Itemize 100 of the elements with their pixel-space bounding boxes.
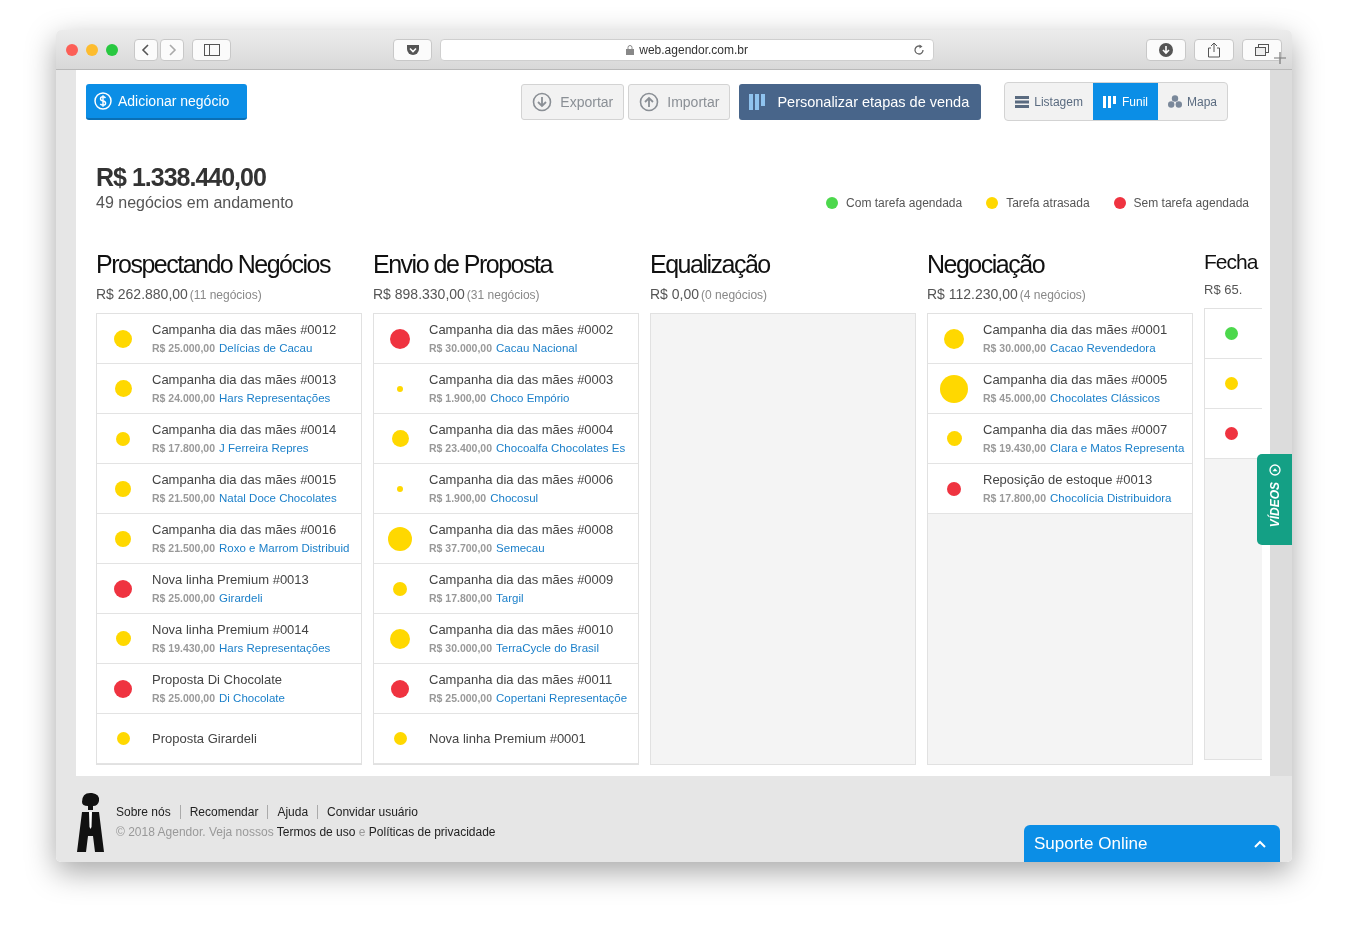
company-link[interactable]: Girardeli	[219, 591, 263, 604]
deal-value: R$ 37.700,00	[429, 541, 493, 554]
stage-title: Negociação	[927, 250, 1046, 279]
stage-total: R$ 0,00	[650, 286, 700, 302]
deal-card[interactable]: Campanha dia das mães #0010 R$ 30.000,00 TerraCycle do Brasil	[374, 614, 638, 664]
company-link[interactable]: Delícias de Cacau	[219, 341, 313, 354]
deal-card[interactable]: Campanha dia das mães #0012 R$ 25.000,00 Delícias de Cacau	[97, 314, 361, 364]
deal-card[interactable]: Campanha dia das mães #0003 R$ 1.900,00 Choco Empório	[374, 364, 638, 414]
deal-title: Campanha dia das mães #0006	[429, 471, 614, 487]
company-link[interactable]: Roxo e Marrom Distribuid	[219, 541, 350, 554]
stage-title: Envio de Proposta	[373, 250, 554, 279]
footer-link[interactable]: Sobre nós	[116, 805, 180, 819]
deal-title: Nova linha Premium #0013	[152, 571, 309, 587]
deal-card[interactable]: Reposição de estoque #0013 R$ 17.800,00 Chocolícia Distribuidora	[928, 464, 1192, 514]
deal-value: R$ 21.500,00	[152, 491, 216, 504]
deal-card[interactable]: Campanha dia das mães #0009 R$ 17.800,00 Targil	[374, 564, 638, 614]
view-tab[interactable]: Mapa	[1157, 83, 1227, 120]
dots-icon	[1167, 95, 1182, 108]
close-window-icon[interactable]	[66, 43, 78, 56]
view-tab[interactable]: Listagem	[1005, 83, 1093, 120]
tabs-button[interactable]	[1242, 38, 1282, 61]
deal-title: Proposta Di Chocolate	[152, 671, 284, 687]
pocket-button[interactable]	[393, 38, 433, 61]
list-icon	[1015, 95, 1030, 108]
deal-title: Reposição de estoque #0013	[983, 471, 1154, 487]
footer-link[interactable]: Convidar usuário	[317, 805, 427, 819]
privacy-link[interactable]: Políticas de privacidade	[368, 825, 496, 839]
company-link[interactable]: Chocolícia Distribuidora	[1050, 491, 1172, 504]
deal-card[interactable]: Campanha dia das mães #0014 R$ 17.800,00 J Ferreira Repres	[97, 414, 361, 464]
reload-icon[interactable]	[913, 43, 925, 56]
deal-title: Campanha dia das mães #0014	[152, 421, 337, 437]
sidebar-button[interactable]	[192, 38, 232, 61]
customize-stages-button[interactable]: Personalizar etapas de venda	[739, 83, 982, 120]
deal-card[interactable]: Proposta Di Chocolate R$ 25.000,00 Di Chocolate	[97, 664, 361, 714]
deals-count: 49 negócios em andamento	[96, 194, 294, 212]
footer-link[interactable]: Ajuda	[267, 805, 318, 819]
deal-card[interactable]: Campanha dia das mães #0002 R$ 30.000,00 Cacau Nacional	[374, 314, 638, 364]
company-link[interactable]: Chocosul	[490, 491, 539, 504]
share-button[interactable]	[1194, 38, 1234, 61]
company-link[interactable]: Choco Empório	[490, 391, 570, 404]
deal-value: R$ 23.400,00	[429, 441, 493, 454]
forward-button[interactable]	[160, 38, 184, 61]
deal-card[interactable]	[1205, 409, 1262, 459]
deal-value: R$ 30.000,00	[429, 641, 493, 654]
stage-total: R$ 112.230,00	[927, 286, 1018, 302]
deal-card[interactable]	[1205, 309, 1262, 359]
deal-card[interactable]: Campanha dia das mães #0007 R$ 19.430,00 Clara e Matos Representa	[928, 414, 1192, 464]
company-link[interactable]: Cacau Nacional	[496, 341, 578, 354]
deal-value: R$ 1.900,00	[429, 491, 487, 504]
columns-icon	[1102, 95, 1117, 108]
deal-value: R$ 25.000,00	[152, 341, 216, 354]
pipeline-total: R$ 1.338.440,00	[96, 163, 267, 192]
new-tab-icon[interactable]	[1274, 52, 1286, 64]
deal-title: Campanha dia das mães #0008	[429, 521, 614, 537]
company-link[interactable]: Cacao Revendedora	[1050, 341, 1156, 354]
deal-card[interactable]: Campanha dia das mães #0011 R$ 25.000,00 Copertani Representaçõe	[374, 664, 638, 714]
deal-card[interactable]: Campanha dia das mães #0015 R$ 21.500,00 Natal Doce Chocolates	[97, 464, 361, 514]
deal-value: R$ 30.000,00	[429, 341, 493, 354]
deal-title: Campanha dia das mães #0005	[983, 371, 1168, 387]
company-link[interactable]: Targil	[496, 591, 524, 604]
chevron-left-icon	[141, 43, 151, 56]
address-bar[interactable]: web.agendor.com.br	[440, 38, 934, 61]
deal-card[interactable]: Campanha dia das mães #0008 R$ 37.700,00 Semecau	[374, 514, 638, 564]
deal-card[interactable]: Campanha dia das mães #0016 R$ 21.500,00 Roxo e Marrom Distribuid	[97, 514, 361, 564]
terms-link[interactable]: Termos de uso	[276, 825, 356, 839]
downloads-button[interactable]	[1146, 38, 1186, 61]
company-link[interactable]: Hars Representações	[219, 391, 331, 404]
deal-title: Campanha dia das mães #0002	[429, 321, 614, 337]
stage-title: Fecha	[1204, 250, 1259, 274]
deal-value: R$ 25.000,00	[429, 691, 493, 704]
company-link[interactable]: Clara e Matos Representa	[1050, 441, 1185, 454]
company-link[interactable]: Copertani Representaçõe	[496, 691, 628, 704]
footer-link[interactable]: Recomendar	[179, 805, 268, 819]
company-link[interactable]: Semecau	[496, 541, 545, 554]
stage-deal-count: (11 negócios)	[189, 288, 262, 302]
deal-card[interactable]: Campanha dia das mães #0004 R$ 23.400,00 Chocoalfa Chocolates Es	[374, 414, 638, 464]
pocket-icon	[405, 43, 420, 56]
company-link[interactable]: TerraCycle do Brasil	[496, 641, 599, 654]
company-link[interactable]: Hars Representações	[219, 641, 331, 654]
stage-total: R$ 65.	[1204, 282, 1243, 297]
deal-title: Proposta Girardeli	[152, 731, 257, 746]
stage-total: R$ 898.330,00	[373, 286, 465, 302]
legend-label: Com tarefa agendada	[846, 196, 963, 210]
deal-card[interactable]: Campanha dia das mães #0001 R$ 30.000,00 Cacao Revendedora	[928, 314, 1192, 364]
deal-card[interactable]: Campanha dia das mães #0006 R$ 1.900,00 Chocosul	[374, 464, 638, 514]
zoom-window-icon[interactable]	[106, 43, 118, 56]
deal-value: R$ 19.430,00	[152, 641, 216, 654]
deal-card[interactable]: Nova linha Premium #0014 R$ 19.430,00 Hars Representações	[97, 614, 361, 664]
deal-card[interactable]: Campanha dia das mães #0005 R$ 45.000,00 Chocolates Clássicos	[928, 364, 1192, 414]
back-button[interactable]	[134, 38, 158, 61]
company-link[interactable]: Chocoalfa Chocolates Es	[496, 441, 626, 454]
company-link[interactable]: Natal Doce Chocolates	[219, 491, 337, 504]
deal-card[interactable]: Campanha dia das mães #0013 R$ 24.000,00 Hars Representações	[97, 364, 361, 414]
company-link[interactable]: J Ferreira Repres	[219, 441, 309, 454]
deal-card[interactable]: Nova linha Premium #0013 R$ 25.000,00 Girardeli	[97, 564, 361, 614]
company-link[interactable]: Di Chocolate	[219, 691, 285, 704]
deal-card[interactable]: Proposta Girardeli	[97, 714, 361, 764]
deal-card[interactable]: Nova linha Premium #0001	[374, 714, 638, 764]
deal-title: Campanha dia das mães #0016	[152, 521, 338, 537]
company-link[interactable]: Chocolates Clássicos	[1050, 391, 1160, 404]
